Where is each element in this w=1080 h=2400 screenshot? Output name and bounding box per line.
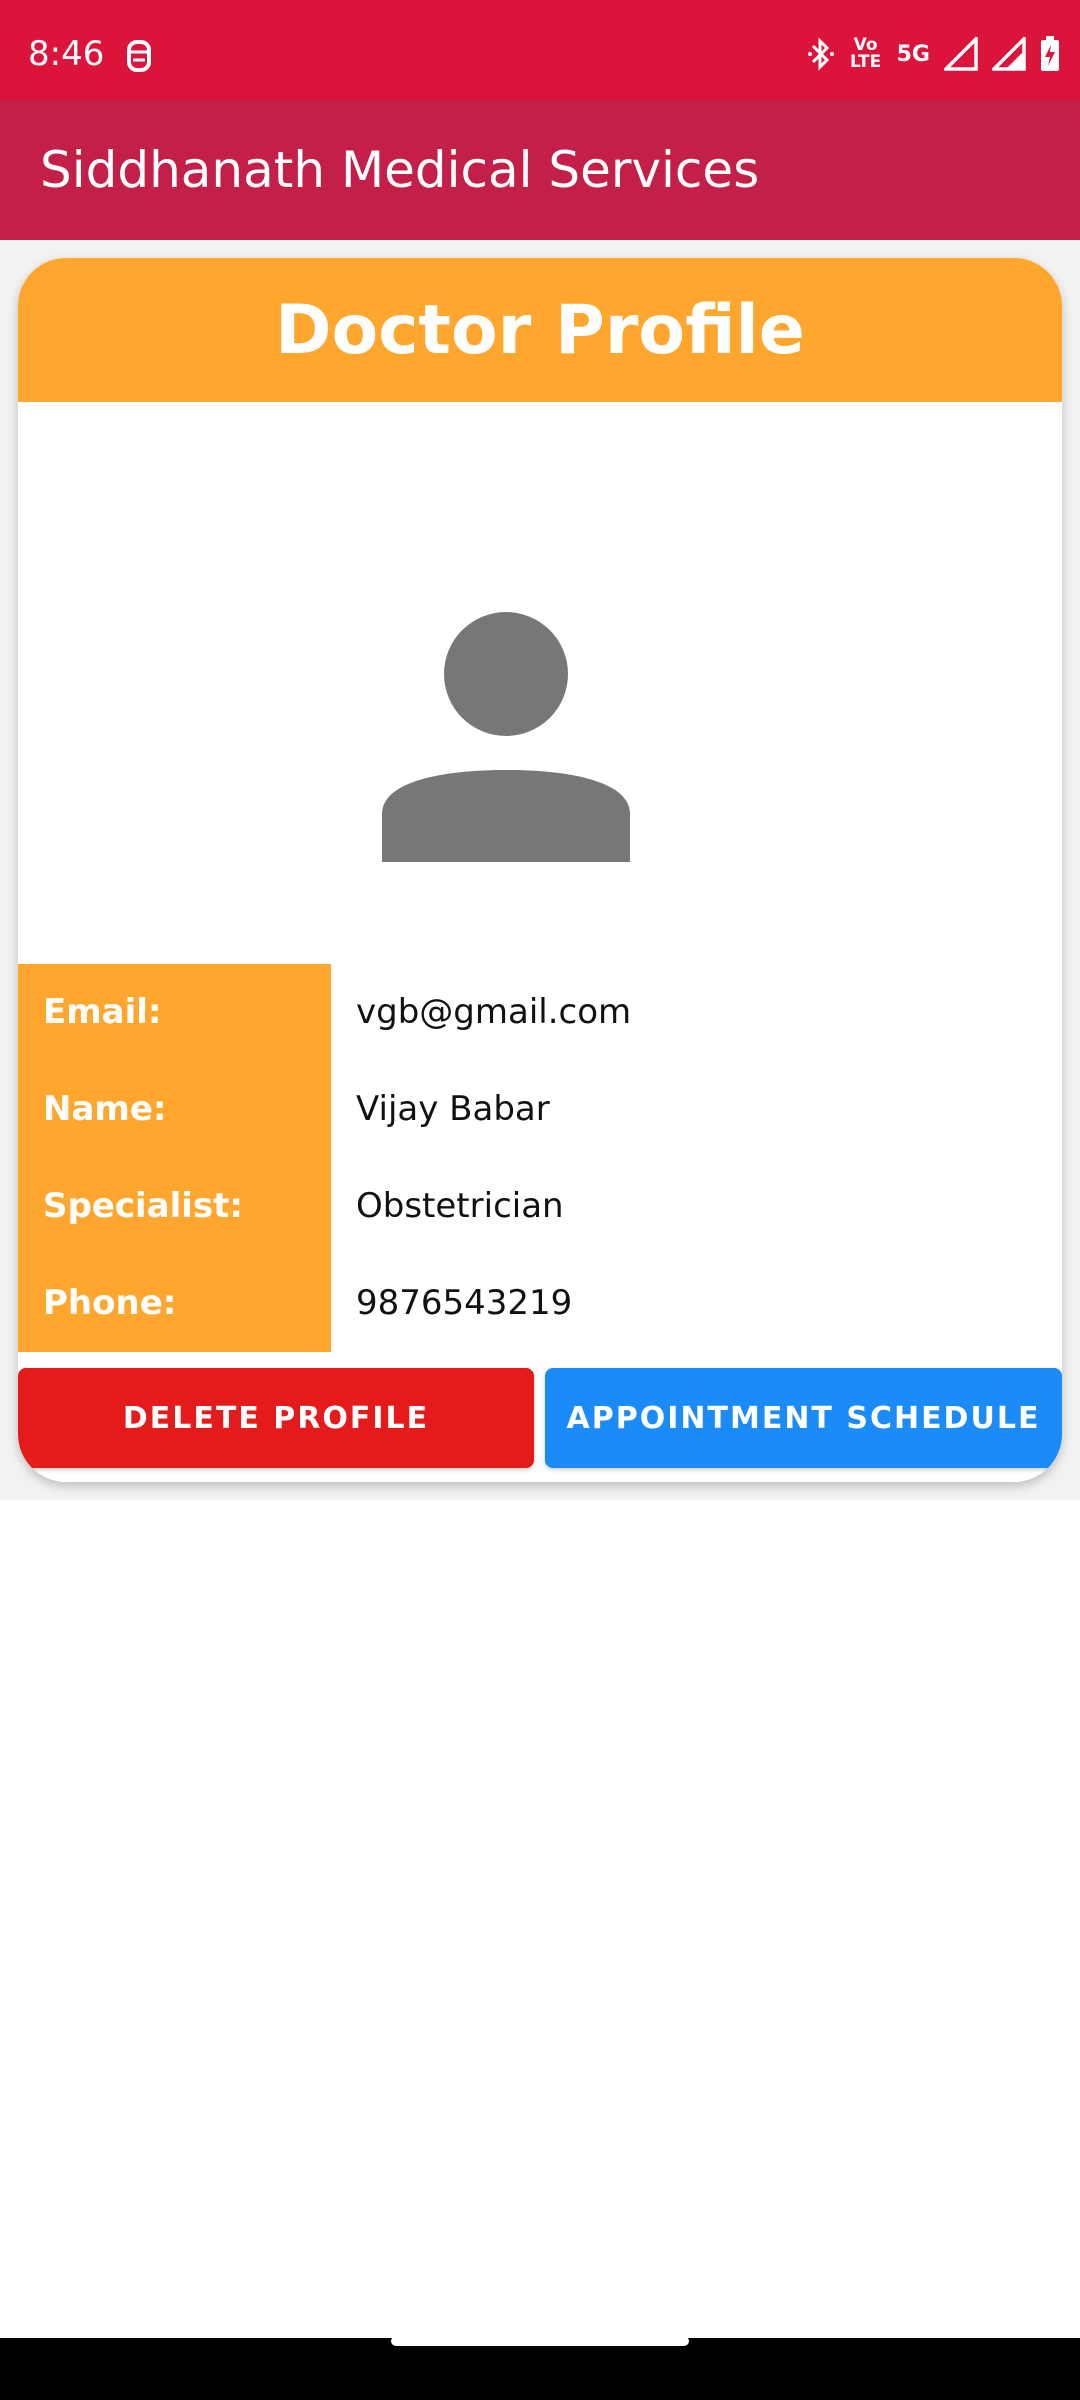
navigation-bar	[0, 2336, 1080, 2400]
info-row-specialist: Specialist: Obstetrician	[18, 1158, 1062, 1255]
app-bar: Siddhanath Medical Services	[0, 100, 1080, 240]
person-icon	[380, 612, 632, 868]
5g-icon: 5G	[896, 41, 930, 67]
card-header: Doctor Profile	[18, 258, 1062, 402]
specialist-value: Obstetrician	[356, 1186, 564, 1226]
specialist-label: Specialist:	[43, 1186, 244, 1226]
appointment-schedule-button[interactable]: APPOINTMENT SCHEDULE	[545, 1368, 1062, 1468]
battery-charging-icon	[1040, 36, 1060, 72]
doctor-profile-card: Doctor Profile Email: vgb@gmail.com Name…	[18, 258, 1062, 1482]
email-label: Email:	[43, 992, 162, 1032]
email-value: vgb@gmail.com	[356, 992, 632, 1032]
volte-icon: Vo LTE	[850, 35, 882, 72]
notification-icon	[122, 38, 156, 78]
status-bar: 8:46 Vo LTE 5G	[0, 0, 1080, 100]
signal-icon	[944, 37, 978, 71]
phone-value: 9876543219	[356, 1283, 573, 1323]
info-row-phone: Phone: 9876543219	[18, 1255, 1062, 1352]
card-title: Doctor Profile	[275, 290, 805, 370]
phone-label: Phone:	[43, 1283, 177, 1323]
delete-profile-button[interactable]: DELETE PROFILE	[18, 1368, 534, 1468]
info-row-email: Email: vgb@gmail.com	[18, 964, 1062, 1061]
app-title: Siddhanath Medical Services	[40, 141, 760, 199]
status-time: 8:46	[28, 34, 105, 74]
info-row-name: Name: Vijay Babar	[18, 1061, 1062, 1158]
home-gesture-handle[interactable]	[391, 2336, 689, 2346]
name-value: Vijay Babar	[356, 1089, 550, 1129]
signal-icon-2	[992, 37, 1026, 71]
name-label: Name:	[43, 1089, 167, 1129]
bluetooth-icon	[807, 36, 835, 72]
